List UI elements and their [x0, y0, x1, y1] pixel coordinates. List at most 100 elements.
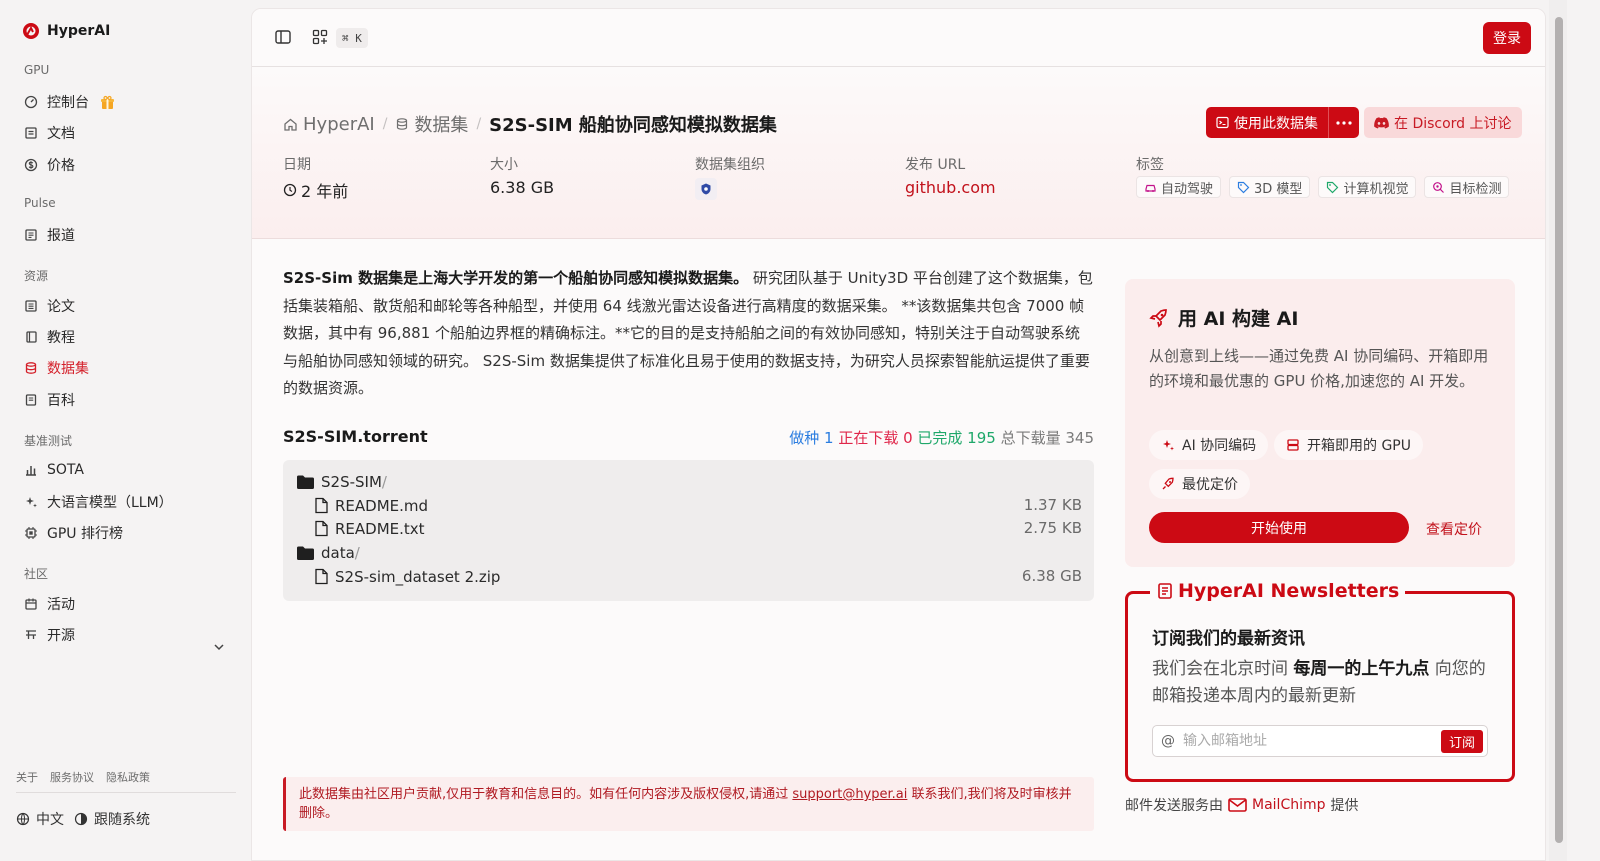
file-tree: S2S-SIM/ README.md 1.37 KB README.txt 2.…: [283, 460, 1094, 601]
file-tree-row[interactable]: README.md: [314, 494, 428, 517]
provider-text: 邮件发送服务由: [1125, 798, 1223, 814]
breadcrumb-home[interactable]: HyperAI: [283, 114, 375, 135]
sidebar-item-console[interactable]: 控制台: [24, 92, 115, 112]
footer-link-terms[interactable]: 服务协议: [50, 769, 94, 785]
sidebar-item-events[interactable]: 活动: [24, 594, 75, 614]
sidebar-item-label: 报道: [47, 228, 75, 244]
folder-icon: [297, 475, 314, 489]
tag-object-detection[interactable]: 目标检测: [1424, 176, 1510, 198]
footer-tools: 中文 跟随系统: [16, 809, 150, 829]
file-tree-row[interactable]: README.txt: [314, 517, 425, 540]
org-avatar[interactable]: [695, 178, 717, 200]
folder-name: S2S-SIM/: [321, 472, 387, 491]
chip-best-price[interactable]: 最优定价: [1149, 469, 1250, 499]
main-panel: ⌘ K 登录 HyperAI / 数据集 / S2S-SIM 船舶协同感知模拟数…: [251, 8, 1546, 861]
sidebar-item-label: 控制台: [47, 95, 89, 111]
search-shortcut[interactable]: ⌘ K: [336, 28, 368, 48]
tag-label: 3D 模型: [1254, 181, 1303, 197]
file-size: 1.37 KB: [1023, 496, 1082, 514]
section-title-pulse: Pulse: [24, 196, 56, 210]
more-options-button[interactable]: [1328, 107, 1359, 138]
sidebar-item-docs[interactable]: 文档: [24, 123, 75, 143]
tag-autonomous-driving[interactable]: 自动驾驶: [1136, 176, 1222, 198]
tag-label: 自动驾驶: [1161, 181, 1214, 197]
use-dataset-button[interactable]: 使用此数据集: [1206, 107, 1328, 138]
chevron-down-icon[interactable]: [212, 640, 226, 654]
file-tree-row[interactable]: data/: [296, 541, 360, 564]
org-value: [695, 178, 717, 200]
tags-label: 标签: [1136, 157, 1164, 173]
sidebar-item-wiki[interactable]: 百科: [24, 390, 75, 410]
sidebar-item-label: 文档: [47, 126, 75, 142]
language-switcher[interactable]: 中文: [16, 809, 64, 829]
newsletter-subtitle: 订阅我们的最新资讯: [1152, 629, 1305, 649]
clock-icon: [283, 183, 297, 197]
page-title: S2S-SIM 船舶协同感知模拟数据集: [489, 115, 777, 136]
wiki-icon: [25, 394, 37, 406]
chip-label: 最优定价: [1182, 477, 1238, 493]
calendar-icon: [25, 598, 37, 610]
gauge-icon: [24, 95, 38, 109]
support-email-link[interactable]: support@hyper.ai: [792, 787, 907, 802]
file-tree-row[interactable]: S2S-sim_dataset 2.zip: [314, 565, 500, 588]
sidebar-item-llm[interactable]: 大语言模型（LLM）: [24, 492, 173, 512]
url-label: 发布 URL: [905, 157, 966, 173]
breadcrumb: HyperAI / 数据集 / S2S-SIM 船舶协同感知模拟数据集: [283, 111, 777, 137]
breadcrumb-datasets[interactable]: 数据集: [395, 111, 468, 137]
book-icon: [25, 127, 37, 139]
sidebar-item-sota[interactable]: SOTA: [24, 460, 84, 480]
scrollbar-thumb[interactable]: [1555, 17, 1563, 843]
section-title-resources: 资源: [24, 269, 49, 283]
footer-link-about[interactable]: 关于: [16, 769, 38, 785]
email-input[interactable]: [1183, 730, 1433, 752]
target-search-icon: [1433, 181, 1445, 193]
more-dots-icon: [1336, 120, 1352, 125]
file-icon: [315, 497, 328, 514]
sidebar-item-label: SOTA: [47, 462, 84, 478]
sidebar-toggle-icon[interactable]: [274, 28, 292, 46]
get-started-button[interactable]: 开始使用: [1149, 512, 1409, 543]
brand-name: HyperAI: [47, 23, 111, 39]
date-text: 2 年前: [301, 182, 349, 201]
chip-gpu[interactable]: 开箱即用的 GPU: [1274, 430, 1423, 460]
description-body: 研究团队基于 Unity3D 平台创建了这个数据集，包括集装箱船、散货船和邮轮等…: [283, 269, 1093, 397]
sidebar-item-reports[interactable]: 报道: [24, 225, 75, 245]
sidebar-item-tutorials[interactable]: 教程: [24, 327, 75, 347]
sidebar-item-label: 百科: [47, 393, 75, 409]
mailchimp-link[interactable]: MailChimp: [1228, 797, 1326, 813]
home-icon: [284, 118, 297, 131]
footer-link-privacy[interactable]: 隐私政策: [106, 769, 150, 785]
bar-chart-icon: [26, 466, 36, 476]
section-title-gpu: GPU: [24, 63, 50, 77]
url-value: github.com: [905, 178, 996, 197]
file-icon: [315, 568, 328, 585]
tag-3d-model[interactable]: 3D 模型: [1229, 176, 1311, 198]
chip-ai-coding[interactable]: AI 协同编码: [1149, 430, 1269, 460]
newsletter-description: 我们会在北京时间 每周一的上午九点 向您的邮箱投递本周内的最新更新: [1152, 659, 1486, 706]
sidebar-item-label: 论文: [47, 299, 75, 315]
dollar-icon: [24, 158, 38, 172]
theme-icon: [74, 812, 88, 826]
brand-logo[interactable]: HyperAI: [22, 22, 110, 40]
sidebar-item-label: GPU 排行榜: [47, 526, 123, 542]
sidebar-item-papers[interactable]: 论文: [24, 296, 75, 316]
view-pricing-link[interactable]: 查看定价: [1426, 519, 1482, 539]
rocket-icon: [1149, 308, 1167, 328]
tag-computer-vision[interactable]: 计算机视觉: [1318, 176, 1417, 198]
release-url-link[interactable]: github.com: [905, 178, 996, 197]
discord-discuss-button[interactable]: 在 Discord 上讨论: [1364, 107, 1522, 138]
sidebar-item-gpu-ranking[interactable]: GPU 排行榜: [24, 523, 123, 543]
apps-grid-icon[interactable]: [311, 28, 329, 46]
file-tree-row[interactable]: S2S-SIM/: [296, 470, 387, 493]
mail-icon: [1228, 798, 1247, 812]
sidebar-item-datasets[interactable]: 数据集: [24, 358, 89, 378]
theme-switcher[interactable]: 跟随系统: [74, 809, 150, 829]
sidebar-item-pricing[interactable]: 价格: [24, 155, 75, 175]
subscribe-button[interactable]: 订阅: [1441, 730, 1483, 753]
file-icon: [315, 520, 328, 537]
total-downloads: 总下载量 345: [1000, 429, 1094, 447]
ai-card-title: 用 AI 构建 AI: [1149, 304, 1298, 331]
login-button[interactable]: 登录: [1483, 22, 1531, 54]
date-value: 2 年前: [283, 178, 348, 202]
sidebar-item-opensource[interactable]: 开源: [24, 625, 75, 645]
